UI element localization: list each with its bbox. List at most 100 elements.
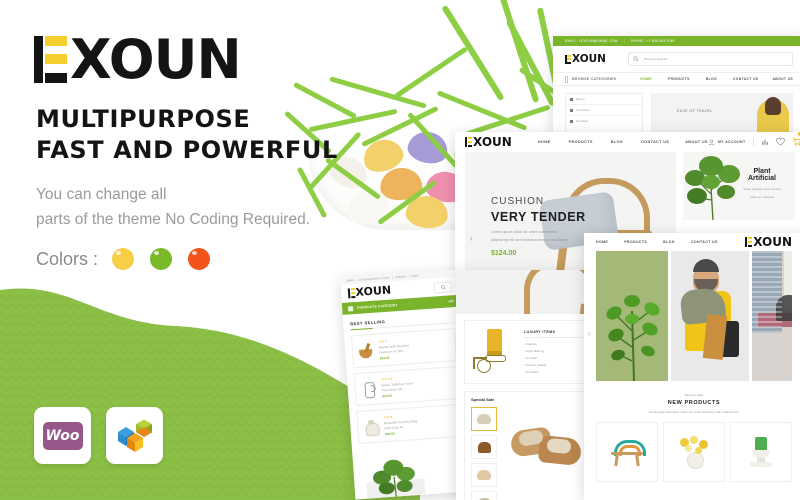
- topbar-divider: |: [623, 39, 625, 43]
- special-sale-body: [471, 407, 591, 500]
- thumb-item[interactable]: [471, 407, 497, 431]
- product-card[interactable]: [596, 422, 658, 482]
- nav-item-contact[interactable]: CONTACT US: [733, 77, 758, 81]
- product-card[interactable]: ★★★ Beautiful Jewelry Bag with Card G...…: [356, 403, 463, 445]
- nav-item-contact[interactable]: CONTACT US: [691, 240, 718, 244]
- candle-holder-illustration: [471, 327, 517, 377]
- my-account-link[interactable]: MY ACCOUNT: [708, 139, 746, 146]
- gallery-item-plant[interactable]: [596, 251, 668, 381]
- photo-shred: [441, 4, 505, 102]
- divider: [524, 337, 591, 338]
- banner-sub-2: nulla at volutpat: [749, 195, 775, 199]
- product-thumb: [359, 379, 378, 399]
- luxury-items-list-wrap: LUXURY ITEMS › Candle › Fruit Eating › C…: [524, 330, 591, 374]
- compare-icon[interactable]: [761, 138, 769, 146]
- header-actions: MY ACCOUNT 0: [708, 132, 800, 151]
- luxury-item[interactable]: › Crystal: [524, 356, 591, 360]
- mock-brand-logo: XOUN: [565, 52, 606, 65]
- product-card[interactable]: [663, 422, 725, 482]
- nav-item-home[interactable]: HOME: [640, 77, 652, 81]
- nav-item-products[interactable]: PRODUCTS: [668, 77, 690, 81]
- nav-item-blog[interactable]: BLOG: [663, 240, 675, 244]
- decor-icon: [570, 97, 573, 101]
- product-card[interactable]: ★★★★ Glass Tabletop Food Processor wit..…: [353, 366, 460, 407]
- thumb-item[interactable]: [471, 491, 497, 500]
- product-thumb-vase: [677, 436, 711, 469]
- nav-item-products[interactable]: PRODUCTS: [624, 240, 647, 244]
- nav-item-about[interactable]: ABOUT US: [772, 77, 793, 81]
- best-selling-section: BEST SELLING ★★★ Mortar with Wooden Hamm…: [343, 307, 470, 445]
- color-swatch-yellow[interactable]: [112, 248, 135, 270]
- slide-title: VERY TENDER: [491, 210, 586, 224]
- brand-name-text: XOUN: [70, 27, 242, 91]
- slide-desc-1: Lorem ipsum dolor sit amet consectetur: [491, 230, 558, 234]
- promo-banner: XOUN MULTIPURPOSE FAST AND POWERFUL You …: [0, 0, 800, 500]
- user-icon: [708, 139, 714, 145]
- sidebar-item-furniture[interactable]: Furniture: [566, 105, 642, 116]
- mock-logo-search-row: XOUN Product Search..: [553, 46, 800, 72]
- rating-stars: ★★★: [378, 338, 388, 344]
- mid-nav-bar: XOUN HOME PRODUCTS BLOG CONTACT US ABOUT…: [455, 132, 800, 152]
- nav-item-home[interactable]: HOME: [538, 140, 551, 144]
- gallery-item-model[interactable]: [671, 251, 749, 381]
- mock-brand-text: XOUN: [753, 235, 792, 249]
- gallery-prev-arrow[interactable]: ‹: [588, 329, 591, 338]
- search-input[interactable]: [433, 280, 453, 293]
- logo-e-glyph: [565, 54, 572, 64]
- nav-item-home[interactable]: HOME: [596, 240, 608, 244]
- topbar-email: EMAIL : LEXOUN@GMAIL.COM: [565, 39, 618, 43]
- browse-categories-label[interactable]: BROWSE CATEGORIES: [572, 77, 616, 81]
- products-category-label: PRODUCTS CATEGORY: [356, 303, 398, 310]
- nav-item-blog[interactable]: BLOG: [611, 140, 623, 144]
- slide-copy: CUSHION VERY TENDER Lorem ipsum dolor si…: [491, 196, 586, 257]
- luxury-item[interactable]: › Pendant: [524, 370, 591, 374]
- mock-brand-text: XOUN: [572, 52, 606, 65]
- topbar-phone: PHONE : +1 808-: [395, 274, 420, 280]
- section-title: BEST SELLING: [350, 318, 386, 327]
- luxury-item[interactable]: › Fruit Eating: [524, 349, 591, 353]
- divider: [752, 138, 754, 146]
- product-card[interactable]: [730, 422, 792, 482]
- product-thumb-candle: [746, 436, 776, 468]
- wishlist-heart-icon[interactable]: [775, 138, 785, 146]
- plant-banner[interactable]: Plant Artificial Vitae semper quis lectu…: [683, 152, 795, 220]
- luxury-item[interactable]: › Flower Stand: [524, 363, 591, 367]
- thumb-item[interactable]: [471, 463, 497, 487]
- product-thumb-stool: [610, 438, 646, 467]
- nav-item-products[interactable]: PRODUCTS: [569, 140, 593, 144]
- logo-e-glyph: [347, 288, 356, 299]
- new-products-heading: Special Sale NEW PRODUCTS Consequat bibe…: [584, 393, 800, 414]
- photo-shred: [496, 0, 540, 103]
- color-swatch-orange[interactable]: [188, 248, 211, 270]
- grid-menu-icon[interactable]: [565, 75, 569, 83]
- mock-body-row: Decor Furniture Cushion EASE OF TRAVEL: [553, 86, 800, 133]
- color-swatch-green[interactable]: [150, 248, 173, 270]
- sidebar-item-decor[interactable]: Decor: [566, 94, 642, 105]
- product-card[interactable]: ★★★ Mortar with Wooden Hammer for Ste...…: [351, 328, 458, 369]
- section-sub: Consequat bibendum varius sit amet fauci…: [649, 410, 739, 414]
- luxury-item-label: Flower Stand: [526, 363, 547, 367]
- section-kicker: Special Sale: [684, 393, 704, 397]
- nav-item-blog[interactable]: BLOG: [706, 77, 717, 81]
- product-search-input[interactable]: Product Search..: [627, 52, 793, 66]
- topbar-divider: |: [391, 276, 393, 280]
- my-account-label: MY ACCOUNT: [717, 140, 746, 144]
- sidebar-item-cushion[interactable]: Cushion: [566, 116, 642, 126]
- thumb-column: [471, 407, 497, 500]
- br-nav-bar: HOME PRODUCTS BLOG CONTACT US XOUN: [584, 233, 800, 251]
- slide-price: $124.00: [491, 250, 517, 257]
- slider-prev-arrow[interactable]: ‹: [470, 234, 473, 243]
- lookbook-gallery: [584, 251, 800, 381]
- grid-menu-icon: [347, 305, 354, 311]
- special-sale-title: Special Sale: [471, 397, 495, 402]
- search-placeholder: Product Search..: [643, 57, 670, 61]
- cart-button[interactable]: 0: [792, 132, 800, 151]
- gallery-item-interior[interactable]: [752, 251, 792, 381]
- thumb-item[interactable]: [471, 435, 497, 459]
- sidebar-item-label: Decor: [576, 97, 586, 101]
- wpbakery-badge: [106, 407, 163, 464]
- nav-item-contact[interactable]: CONTACT US: [641, 140, 669, 144]
- search-icon: [633, 56, 639, 62]
- luxury-item[interactable]: › Candle: [524, 342, 591, 346]
- nav-item-about[interactable]: ABOUT US: [685, 140, 708, 144]
